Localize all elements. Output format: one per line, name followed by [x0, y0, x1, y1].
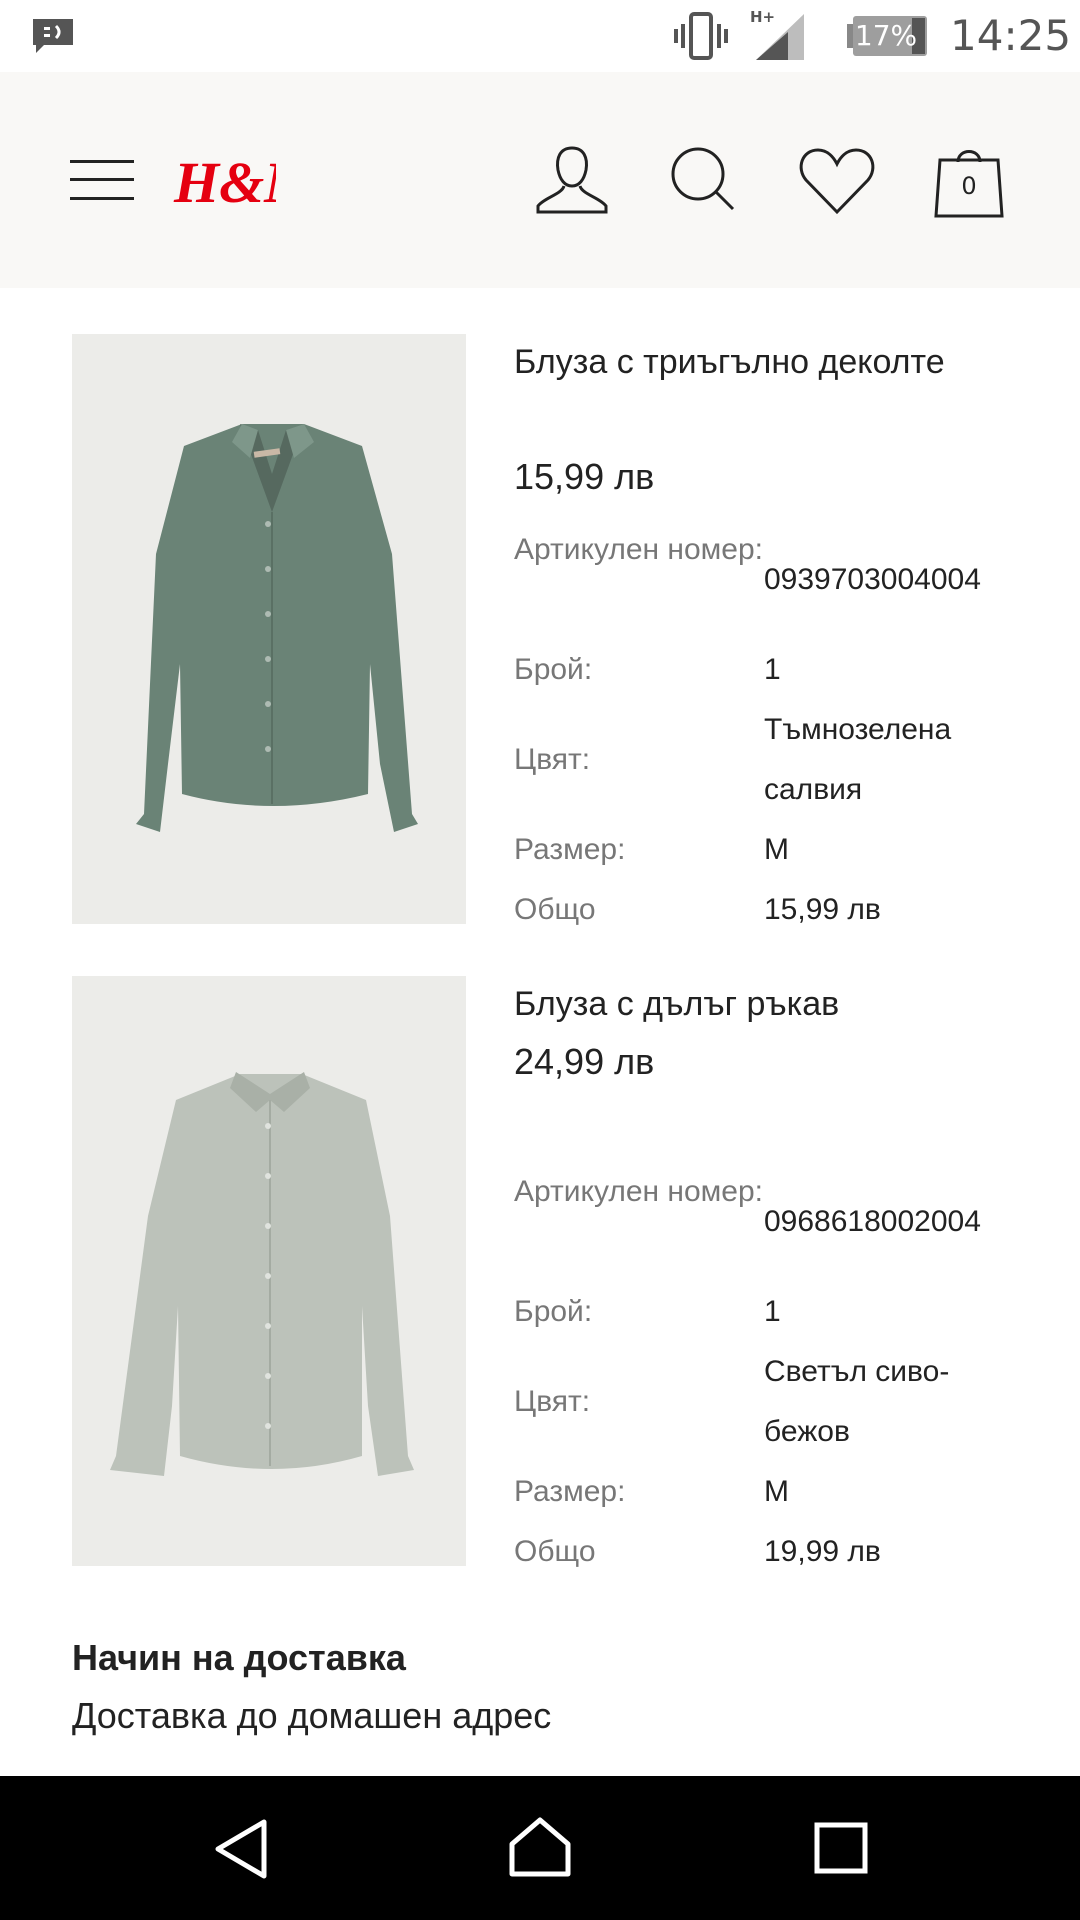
color-value: Тъмнозелена салвия	[764, 713, 952, 806]
article-number: 0939703004004	[764, 563, 981, 596]
back-icon[interactable]	[212, 1818, 272, 1880]
size-value: M	[764, 1475, 789, 1508]
product-price: 24,99 лв	[514, 1041, 655, 1082]
size-label: Размер:	[514, 833, 626, 866]
color-value: Светъл сиво-бежов	[764, 1355, 950, 1448]
user-icon[interactable]	[534, 144, 610, 216]
delivery-title: Начин на доставка	[72, 1637, 406, 1678]
color-label: Цвят:	[514, 743, 591, 776]
total-value: 19,99 лв	[764, 1535, 881, 1568]
product-name[interactable]: Блуза с триъгълно деколте	[514, 334, 1014, 391]
quantity-label: Брой:	[514, 1295, 593, 1328]
color-label: Цвят:	[514, 1385, 591, 1418]
vibrate-icon	[674, 12, 728, 60]
article-label: Артикулен номер:	[514, 1175, 764, 1208]
article-label: Артикулен номер:	[514, 533, 764, 566]
battery-level: 17%	[854, 19, 918, 52]
logo-text: H&M	[173, 150, 276, 212]
hm-logo[interactable]: H&M	[172, 142, 276, 212]
heart-icon[interactable]	[798, 146, 876, 216]
product-price: 15,99 лв	[514, 456, 655, 497]
total-label: Общо	[514, 1535, 596, 1568]
message-icon	[33, 19, 73, 53]
product-name[interactable]: Блуза с дълъг ръкав	[514, 976, 1014, 1033]
total-value: 15,99 лв	[764, 893, 881, 926]
quantity-value: 1	[764, 653, 781, 686]
navigation-bar	[0, 1776, 1080, 1920]
bag-count: 0	[961, 172, 977, 200]
shirt-image	[72, 976, 466, 1566]
total-label: Общо	[514, 893, 596, 926]
clock: 14:25	[950, 11, 1072, 60]
signal-icon: H+	[750, 8, 804, 60]
recent-apps-icon[interactable]	[814, 1822, 868, 1874]
status-bar: H+ 17% 14:25	[0, 0, 1080, 72]
size-value: M	[764, 833, 789, 866]
menu-icon[interactable]	[70, 156, 134, 204]
delivery-method[interactable]: Доставка до домашен адрес	[72, 1688, 551, 1744]
app-header: H&M 0	[0, 72, 1080, 288]
product-image[interactable]	[72, 334, 466, 924]
article-number: 0968618002004	[764, 1205, 981, 1238]
search-icon[interactable]	[670, 146, 736, 212]
product-image[interactable]	[72, 976, 466, 1566]
size-label: Размер:	[514, 1475, 626, 1508]
shirt-image	[72, 334, 466, 924]
quantity-value: 1	[764, 1295, 781, 1328]
home-icon[interactable]	[508, 1816, 572, 1878]
quantity-label: Брой:	[514, 653, 593, 686]
network-type: H+	[750, 8, 775, 26]
